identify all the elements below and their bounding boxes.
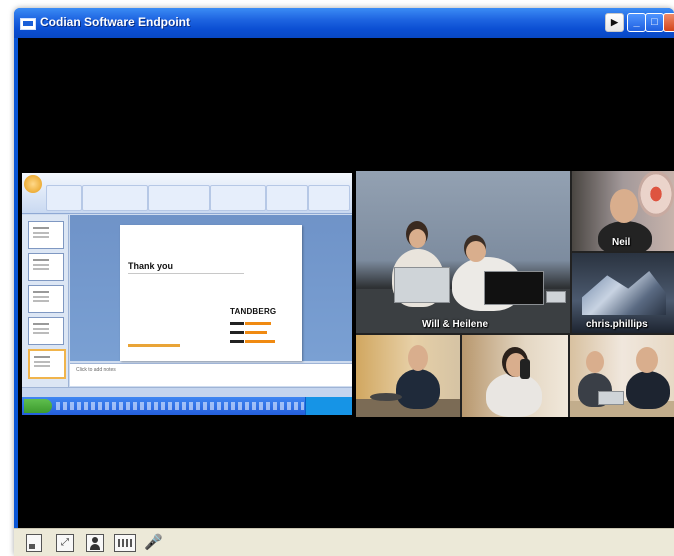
participant-label: chris.phillips — [586, 319, 648, 330]
title-bar[interactable]: Codian Software Endpoint ▶ _ □ — [14, 8, 674, 38]
video-tile-neil[interactable]: Neil — [572, 171, 674, 251]
app-window: Codian Software Endpoint ▶ _ □ Thank you… — [14, 8, 674, 556]
play-button[interactable]: ▶ — [605, 13, 624, 32]
microphone-button[interactable]: 🎤 — [144, 534, 163, 552]
play-icon: ▶ — [611, 17, 618, 27]
office-button-icon — [24, 175, 42, 193]
start-button-icon — [24, 399, 52, 413]
minimize-icon: _ — [633, 16, 640, 28]
video-tile[interactable] — [356, 335, 460, 417]
windows-taskbar — [22, 397, 352, 415]
window-title: Codian Software Endpoint — [40, 15, 190, 29]
slide-thumbnail-selected — [28, 349, 66, 379]
participant-label: Neil — [612, 237, 631, 248]
video-tile-main[interactable]: Will & Heilene — [356, 171, 570, 333]
slide-title: Thank you — [128, 261, 174, 271]
slide-thumbnail — [28, 253, 64, 281]
slide-tagline — [230, 339, 276, 345]
slide-brand: TANDBERG — [230, 307, 277, 316]
call-toolbar: ⤢ 🎤 — [14, 528, 674, 556]
slide-thumbnail — [28, 285, 64, 313]
slide-stage: Thank you TANDBERG — [70, 215, 352, 361]
slide-divider — [128, 273, 244, 274]
maximize-icon: □ — [651, 16, 658, 28]
slide-url — [128, 343, 180, 349]
slide-tagline — [230, 321, 272, 327]
shared-presentation: Thank you TANDBERG Click to add notes — [22, 173, 352, 415]
notes-placeholder: Click to add notes — [76, 367, 116, 373]
contacts-button[interactable] — [86, 534, 104, 552]
microphone-icon: 🎤 — [144, 534, 163, 551]
notes-pane: Click to add notes — [70, 363, 352, 386]
ppt-ribbon — [22, 173, 352, 214]
video-tile[interactable] — [462, 335, 568, 417]
app-icon — [20, 18, 36, 30]
fullscreen-icon: ⤢ — [61, 537, 69, 548]
video-tile-chris[interactable]: chris.phillips — [572, 253, 674, 333]
taskbar-items — [56, 402, 304, 410]
slide-thumbnails — [22, 215, 69, 387]
maximize-button[interactable]: □ — [645, 13, 664, 32]
video-layout: Will & Heilene Neil chris.phillips — [356, 171, 674, 417]
current-slide: Thank you TANDBERG — [120, 225, 302, 361]
keypad-button[interactable] — [114, 534, 136, 552]
slide-thumbnail — [28, 221, 64, 249]
close-button[interactable] — [663, 13, 674, 32]
minimize-button[interactable]: _ — [627, 13, 646, 32]
slide-tagline — [230, 330, 268, 336]
self-view-button[interactable] — [26, 534, 42, 552]
call-area: Thank you TANDBERG Click to add notes Wi… — [18, 38, 674, 528]
participant-label: Will & Heilene — [422, 319, 489, 330]
video-tile[interactable] — [570, 335, 674, 417]
slide-thumbnail — [28, 317, 64, 345]
system-tray — [305, 397, 352, 415]
fullscreen-button[interactable]: ⤢ — [56, 534, 74, 552]
